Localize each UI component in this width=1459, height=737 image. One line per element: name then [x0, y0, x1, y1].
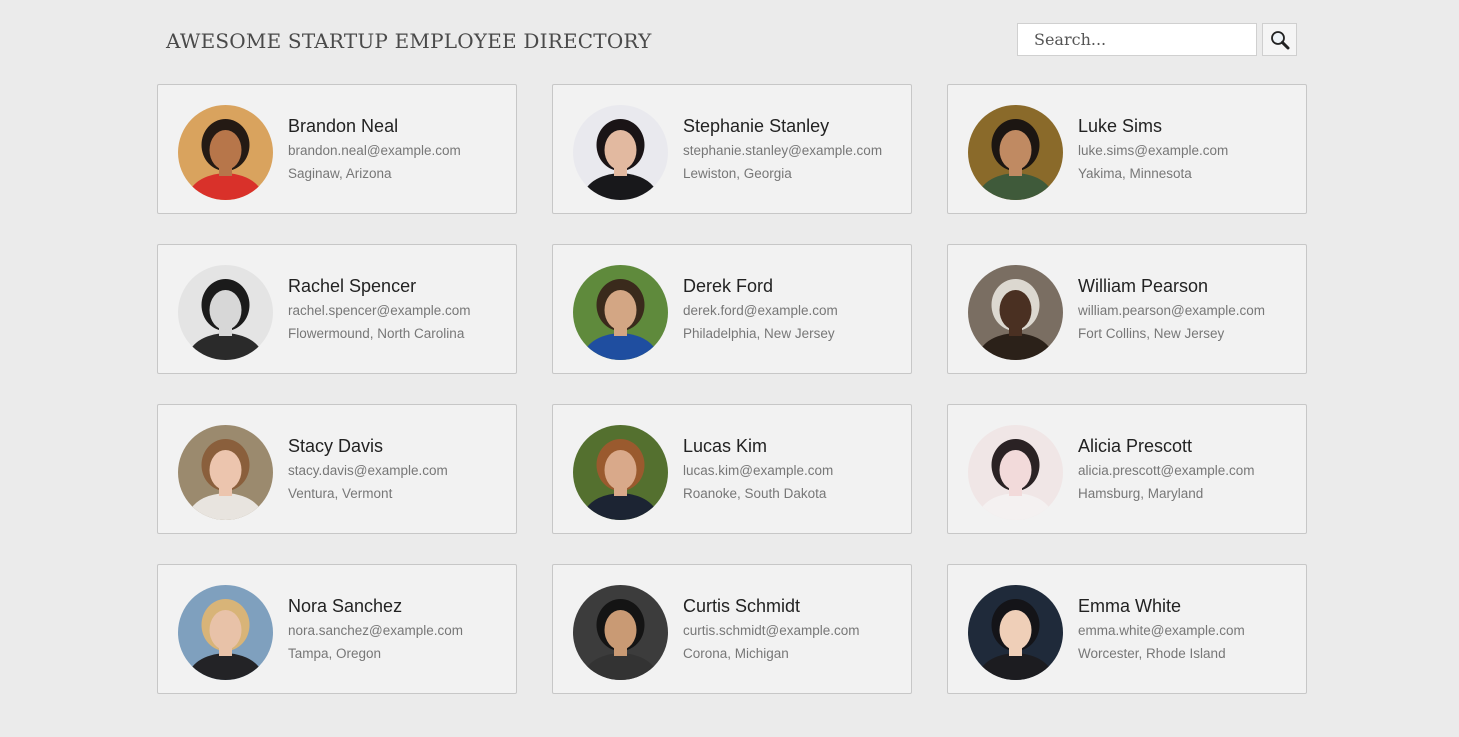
card-info: William Pearson william.pearson@example.c… [1078, 273, 1265, 345]
employee-email: nora.sanchez@example.com [288, 623, 464, 638]
employee-email: luke.sims@example.com [1078, 143, 1229, 158]
employee-email: emma.white@example.com [1078, 623, 1245, 638]
card-info: Emma White emma.white@example.com Worceste… [1078, 593, 1245, 665]
employee-card[interactable]: Stacy Davis stacy.davis@example.com Ventur… [157, 404, 517, 534]
employee-card[interactable]: Lucas Kim lucas.kim@example.com Roanoke, S… [552, 404, 912, 534]
employee-name: Luke Sims [1078, 116, 1163, 136]
employee-email: lucas.kim@example.com [683, 463, 834, 478]
employee-card[interactable]: Emma White emma.white@example.com Worceste… [947, 564, 1307, 694]
avatar [968, 425, 1063, 520]
employee-location: Corona, Michigan [683, 646, 789, 661]
employee-name: Nora Sanchez [288, 596, 403, 616]
avatar [178, 105, 273, 200]
employee-location: Philadelphia, New Jersey [683, 326, 835, 341]
employee-location: Roanoke, South Dakota [683, 486, 827, 501]
employee-card[interactable]: Brandon Neal brandon.neal@example.com Sagi… [157, 84, 517, 214]
page-title: AWESOME STARTUP EMPLOYEE DIRECTORY [166, 29, 652, 53]
search-input[interactable] [1017, 23, 1257, 56]
employee-location: Flowermound, North Carolina [288, 326, 465, 341]
search-button[interactable] [1262, 23, 1297, 56]
card-info: Derek Ford derek.ford@example.com Philadel… [683, 273, 838, 345]
employee-card[interactable]: Nora Sanchez nora.sanchez@example.com Tamp… [157, 564, 517, 694]
card-info: Brandon Neal brandon.neal@example.com Sagi… [288, 113, 461, 185]
employee-email: stephanie.stanley@example.com [683, 143, 883, 158]
employee-location: Saginaw, Arizona [288, 166, 392, 181]
avatar [178, 265, 273, 360]
employee-email: rachel.spencer@example.com [288, 303, 471, 318]
avatar [573, 105, 668, 200]
employee-name: Emma White [1078, 596, 1182, 616]
employee-name: Stephanie Stanley [683, 116, 830, 136]
card-info: Rachel Spencer rachel.spencer@example.com… [288, 273, 471, 345]
employee-name: Lucas Kim [683, 436, 768, 456]
employee-card[interactable]: Alicia Prescott alicia.prescott@example.c… [947, 404, 1307, 534]
card-info: Alicia Prescott alicia.prescott@example.c… [1078, 433, 1255, 505]
employee-name: Stacy Davis [288, 436, 384, 456]
avatar [573, 265, 668, 360]
employee-email: curtis.schmidt@example.com [683, 623, 860, 638]
employee-location: Worcester, Rhode Island [1078, 646, 1226, 661]
employee-card[interactable]: William Pearson william.pearson@example.c… [947, 244, 1307, 374]
employee-location: Fort Collins, New Jersey [1078, 326, 1225, 341]
employee-card[interactable]: Stephanie Stanley stephanie.stanley@examp… [552, 84, 912, 214]
avatar [968, 105, 1063, 200]
search-icon [1270, 30, 1289, 49]
employee-gallery: Brandon Neal brandon.neal@example.com Sagi… [157, 84, 1307, 694]
avatar [573, 585, 668, 680]
employee-email: william.pearson@example.com [1078, 303, 1266, 318]
employee-name: Brandon Neal [288, 116, 399, 136]
employee-location: Yakima, Minnesota [1078, 166, 1192, 181]
employee-email: stacy.davis@example.com [288, 463, 448, 478]
avatar [968, 265, 1063, 360]
card-info: Lucas Kim lucas.kim@example.com Roanoke, S… [683, 433, 833, 505]
card-info: Stephanie Stanley stephanie.stanley@examp… [683, 113, 882, 185]
employee-name: William Pearson [1078, 276, 1209, 296]
employee-card[interactable]: Curtis Schmidt curtis.schmidt@example.com… [552, 564, 912, 694]
employee-location: Tampa, Oregon [288, 646, 382, 661]
card-info: Luke Sims luke.sims@example.com Yakima, Mi… [1078, 113, 1228, 185]
avatar [573, 425, 668, 520]
avatar [178, 585, 273, 680]
employee-location: Hamsburg, Maryland [1078, 486, 1204, 501]
employee-name: Curtis Schmidt [683, 596, 801, 616]
card-info: Stacy Davis stacy.davis@example.com Ventur… [288, 433, 448, 505]
employee-card[interactable]: Derek Ford derek.ford@example.com Philadel… [552, 244, 912, 374]
employee-email: alicia.prescott@example.com [1078, 463, 1255, 478]
employee-name: Derek Ford [683, 276, 774, 296]
employee-card[interactable]: Rachel Spencer rachel.spencer@example.com… [157, 244, 517, 374]
employee-location: Ventura, Vermont [288, 486, 393, 501]
employee-name: Rachel Spencer [288, 276, 417, 296]
avatar [968, 585, 1063, 680]
employee-name: Alicia Prescott [1078, 436, 1193, 456]
employee-email: derek.ford@example.com [683, 303, 838, 318]
employee-email: brandon.neal@example.com [288, 143, 461, 158]
avatar [178, 425, 273, 520]
card-info: Curtis Schmidt curtis.schmidt@example.com… [683, 593, 860, 665]
card-info: Nora Sanchez nora.sanchez@example.com Tamp… [288, 593, 463, 665]
employee-card[interactable]: Luke Sims luke.sims@example.com Yakima, Mi… [947, 84, 1307, 214]
employee-location: Lewiston, Georgia [683, 166, 792, 181]
